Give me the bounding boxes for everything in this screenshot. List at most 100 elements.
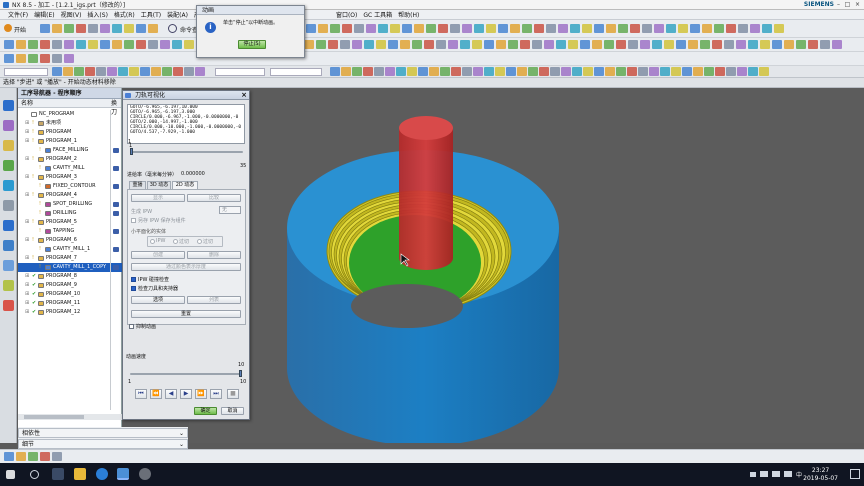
palette-icon[interactable]	[3, 300, 14, 311]
selection-tool-icon[interactable]	[528, 67, 538, 76]
toolbar1-tool-icon[interactable]	[498, 24, 508, 33]
navigator-row[interactable]: ⊞! PROGRAM_6	[18, 236, 122, 245]
toolbar1-tool-icon[interactable]	[306, 24, 316, 33]
toolbar2-tool-icon[interactable]	[556, 40, 566, 49]
selection-tool-icon[interactable]	[484, 67, 494, 76]
selection-tool-icon[interactable]	[374, 67, 384, 76]
step-slider-thumb[interactable]	[130, 148, 133, 155]
toolbar1-tool-icon[interactable]	[390, 24, 400, 33]
selection-tool-icon[interactable]	[151, 67, 161, 76]
selection-tool-icon[interactable]	[396, 67, 406, 76]
selection-tool-icon[interactable]	[638, 67, 648, 76]
file-explorer-icon[interactable]	[74, 468, 86, 480]
toolbar2-tool-icon[interactable]	[604, 40, 614, 49]
selection-tool-icon[interactable]	[418, 67, 428, 76]
toolbar1-tool-icon[interactable]	[402, 24, 412, 33]
toolbar1-tool-icon[interactable]	[88, 24, 98, 33]
toolbar2-tool-icon[interactable]	[352, 40, 362, 49]
system-materials-icon[interactable]	[3, 200, 14, 211]
ipw-collision-checkbox[interactable]	[131, 277, 136, 282]
bottom-tool-icon[interactable]	[52, 452, 62, 461]
web-browser-icon[interactable]	[3, 220, 14, 231]
toolbar3-tool-icon[interactable]	[52, 54, 62, 63]
bottom-tool-icon[interactable]	[4, 452, 14, 461]
toolbar1-tool-icon[interactable]	[582, 24, 592, 33]
navigator-row[interactable]: ⊞ ✔ PROGRAM_10	[18, 290, 122, 299]
toolbar2-tool-icon[interactable]	[832, 40, 842, 49]
task-view-icon[interactable]	[52, 468, 64, 480]
toolbar1-tool-icon[interactable]	[112, 24, 122, 33]
toolbar2-tool-icon[interactable]	[148, 40, 158, 49]
toolbar1-tool-icon[interactable]	[594, 24, 604, 33]
toolbar2-tool-icon[interactable]	[652, 40, 662, 49]
selection-tool-icon[interactable]	[517, 67, 527, 76]
toolbar2-tool-icon[interactable]	[304, 40, 314, 49]
toolbar1-tool-icon[interactable]	[100, 24, 110, 33]
selection-tool-icon[interactable]	[473, 67, 483, 76]
toolbar2-tool-icon[interactable]	[700, 40, 710, 49]
menu-insert[interactable]: 插入(S)	[87, 10, 108, 19]
toolbar1-tool-icon[interactable]	[762, 24, 772, 33]
toolbar2-tool-icon[interactable]	[520, 40, 530, 49]
command-finder-icon[interactable]	[168, 24, 177, 33]
toolbar2-tool-icon[interactable]	[724, 40, 734, 49]
delete-button[interactable]: 删除	[187, 251, 241, 259]
start-button[interactable]: 开始	[14, 25, 26, 34]
toolbar1-tool-icon[interactable]	[570, 24, 580, 33]
navigator-row[interactable]: ⊞ ✔ PROGRAM_8	[18, 272, 122, 281]
toolbar2-tool-icon[interactable]	[628, 40, 638, 49]
toolbar2-tool-icon[interactable]	[388, 40, 398, 49]
toolbar1-tool-icon[interactable]	[654, 24, 664, 33]
tray-chevron-icon[interactable]	[750, 472, 756, 477]
navigator-row[interactable]: ⊞! PROGRAM_5	[18, 218, 122, 227]
toolbar2-tool-icon[interactable]	[340, 40, 350, 49]
cancel-button[interactable]: 取消	[221, 407, 244, 415]
toolbar1-tool-icon[interactable]	[136, 24, 146, 33]
toolbar2-tool-icon[interactable]	[544, 40, 554, 49]
volume-icon[interactable]	[784, 471, 792, 477]
toolbar2-tool-icon[interactable]	[28, 40, 38, 49]
toolbar2-tool-icon[interactable]	[808, 40, 818, 49]
toolbar2-tool-icon[interactable]	[616, 40, 626, 49]
toolbar2-tool-icon[interactable]	[16, 40, 26, 49]
chevron-down-icon[interactable]: ⌄	[179, 440, 184, 449]
navigator-row[interactable]: ! DRILLING	[18, 209, 122, 218]
navigator-row[interactable]: ⊞! PROGRAM_1	[18, 137, 122, 146]
toolbar1-tool-icon[interactable]	[318, 24, 328, 33]
toolbar2-tool-icon[interactable]	[424, 40, 434, 49]
selection-tool-icon[interactable]	[462, 67, 472, 76]
toolbar2-tool-icon[interactable]	[688, 40, 698, 49]
selection-tool-icon[interactable]	[440, 67, 450, 76]
navigator-row[interactable]: ! SPOT_DRILLING	[18, 200, 122, 209]
toolbar1-tool-icon[interactable]	[642, 24, 652, 33]
thickness-color-button[interactable]: 通过颜色表示厚度	[131, 263, 241, 271]
toolbar1-tool-icon[interactable]	[606, 24, 616, 33]
bottom-tool-icon[interactable]	[28, 452, 38, 461]
expand-icon[interactable]: ⊞	[25, 218, 29, 227]
toolbar2-tool-icon[interactable]	[508, 40, 518, 49]
maximize-button[interactable]: □	[844, 1, 851, 8]
animation-speed-track[interactable]	[130, 373, 242, 375]
menu-view[interactable]: 视图(V)	[61, 10, 82, 19]
toolbar2-tool-icon[interactable]	[184, 40, 194, 49]
save-ipw-checkbox[interactable]	[131, 218, 136, 223]
toolbar1-tool-icon[interactable]	[354, 24, 364, 33]
step-back-fast-button[interactable]: ⏪	[150, 389, 162, 399]
column-name[interactable]: 名称	[21, 99, 33, 108]
search-icon[interactable]	[30, 470, 39, 479]
toolbar1-tool-icon[interactable]	[76, 24, 86, 33]
toolbar2-tool-icon[interactable]	[460, 40, 470, 49]
selection-tool-icon[interactable]	[660, 67, 670, 76]
navigator-row[interactable]: ! FIXED_CONTOUR	[18, 182, 122, 191]
menu-format[interactable]: 格式(R)	[114, 10, 135, 19]
selection-tool-icon[interactable]	[96, 67, 106, 76]
toolbar2-tool-icon[interactable]	[160, 40, 170, 49]
expand-icon[interactable]: ⊞	[25, 173, 29, 182]
toolbar2-tool-icon[interactable]	[532, 40, 542, 49]
toolbar1-tool-icon[interactable]	[522, 24, 532, 33]
selection-tool-icon[interactable]	[140, 67, 150, 76]
toolbar2-tool-icon[interactable]	[448, 40, 458, 49]
toolbar2-tool-icon[interactable]	[376, 40, 386, 49]
tab-replay[interactable]: 重播	[129, 181, 146, 189]
close-button[interactable]: ×	[854, 1, 861, 8]
